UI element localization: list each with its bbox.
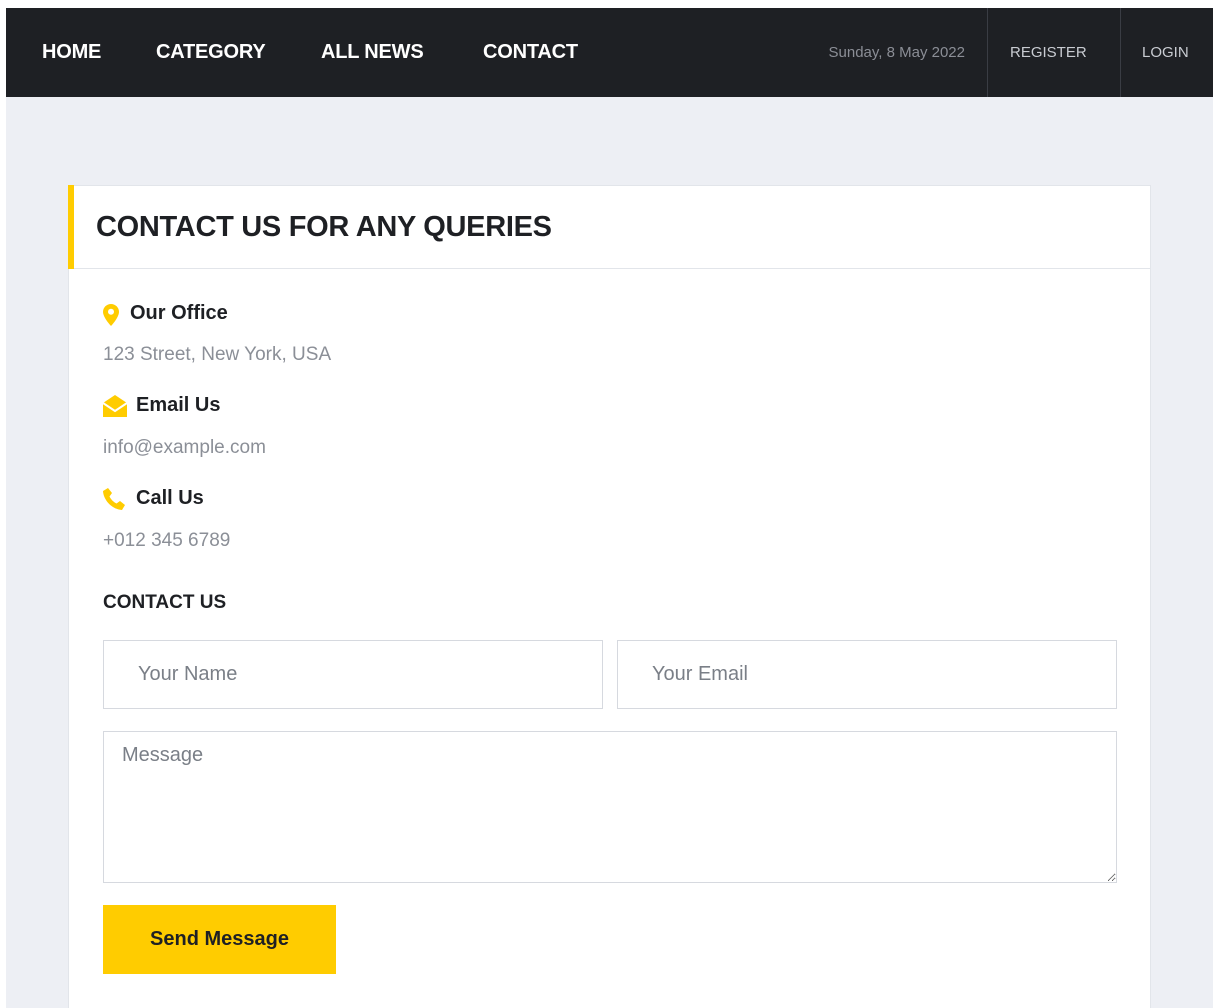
card-header: CONTACT US FOR ANY QUERIES (68, 185, 1150, 269)
email-label: Email Us (136, 394, 221, 416)
map-marker-icon (103, 304, 119, 326)
name-input[interactable] (103, 640, 603, 709)
call-label: Call Us (136, 487, 204, 509)
header-accent-bar (68, 185, 74, 269)
nav-divider (1120, 8, 1121, 97)
message-textarea[interactable] (103, 731, 1117, 883)
nav-home[interactable]: HOME (42, 8, 101, 97)
email-input[interactable] (617, 640, 1117, 709)
current-date: Sunday, 8 May 2022 (828, 44, 965, 61)
phone-number: +012 345 6789 (103, 530, 231, 551)
nav-category[interactable]: CATEGORY (156, 8, 266, 97)
nav-all-news[interactable]: ALL NEWS (321, 8, 424, 97)
register-link[interactable]: REGISTER (1010, 8, 1087, 97)
top-strip (6, 0, 1213, 8)
page-title: CONTACT US FOR ANY QUERIES (96, 211, 552, 243)
office-address: 123 Street, New York, USA (103, 344, 332, 365)
login-link[interactable]: LOGIN (1142, 8, 1189, 97)
nav-divider (987, 8, 988, 97)
envelope-open-icon (103, 395, 127, 417)
top-navbar: HOME CATEGORY ALL NEWS CONTACT Sunday, 8… (6, 8, 1213, 97)
send-message-button[interactable]: Send Message (103, 905, 336, 974)
contact-form-title: CONTACT US (103, 592, 227, 613)
contact-card: CONTACT US FOR ANY QUERIES Our Office 12… (68, 185, 1151, 1008)
nav-contact[interactable]: CONTACT (483, 8, 578, 97)
email-address: info@example.com (103, 437, 266, 458)
office-label: Our Office (130, 302, 228, 324)
phone-icon (103, 488, 125, 510)
page-edge (0, 0, 6, 1008)
